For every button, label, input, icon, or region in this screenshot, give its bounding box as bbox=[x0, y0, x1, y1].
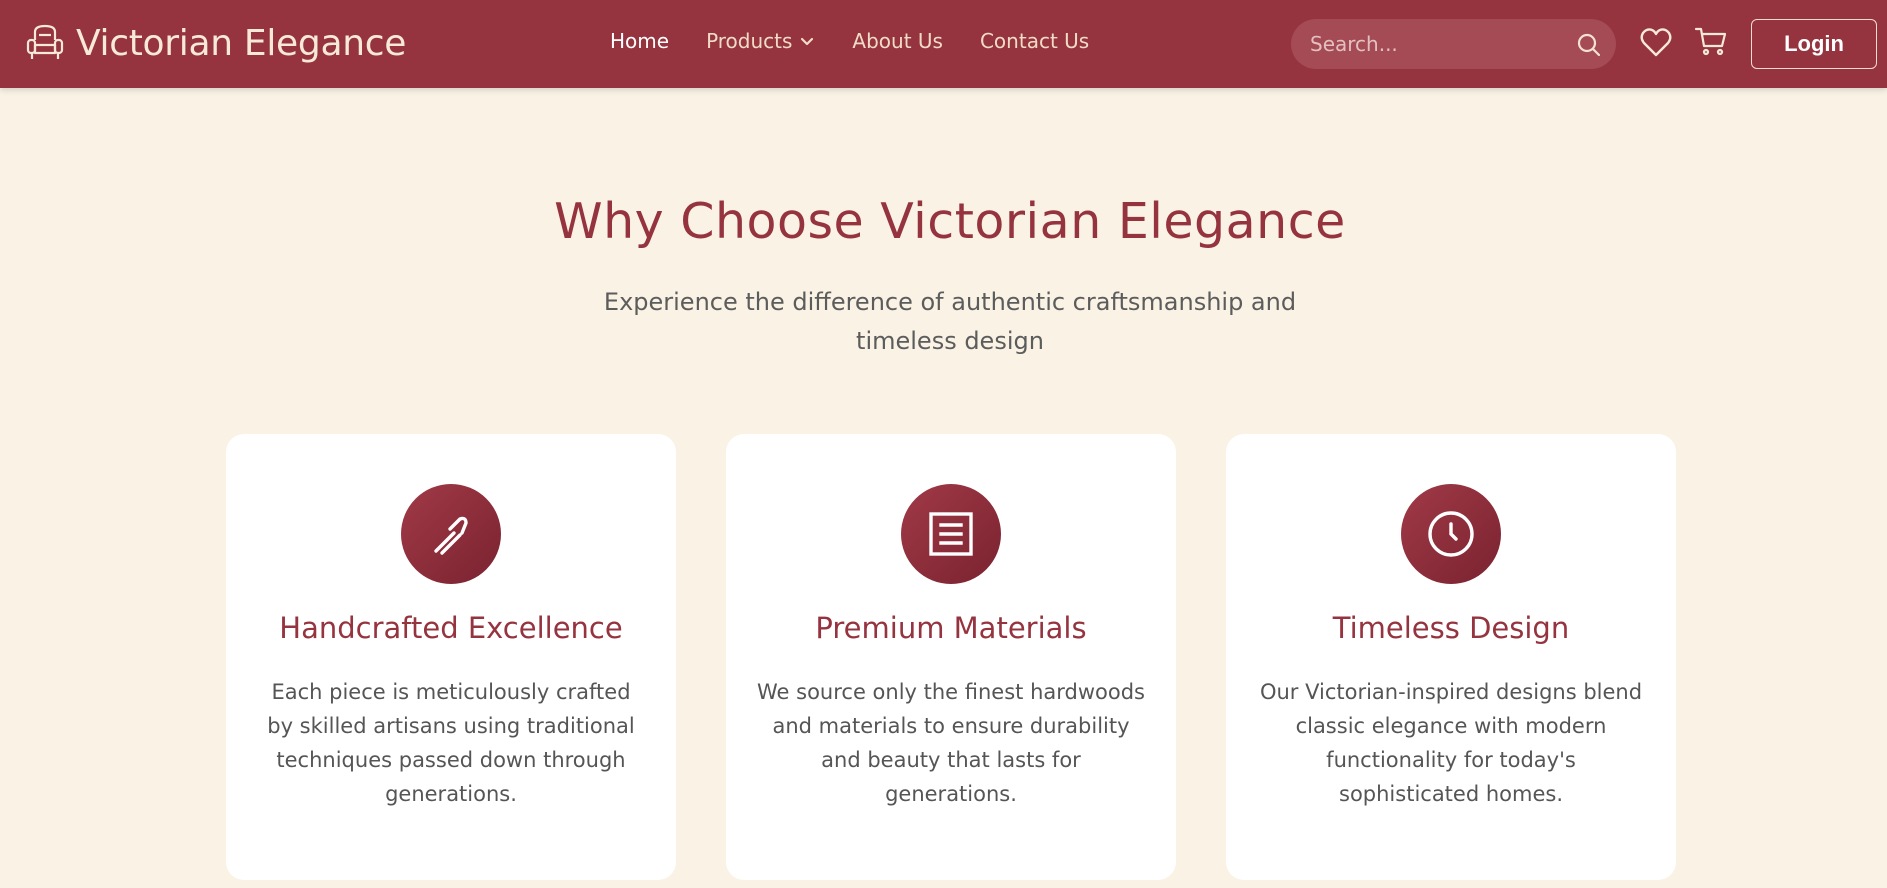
section-subtitle: Experience the difference of authentic c… bbox=[603, 288, 1297, 355]
clock-icon bbox=[1428, 511, 1474, 557]
nav-products[interactable]: Products bbox=[706, 29, 815, 53]
feature-card: Handcrafted Excellence Each piece is met… bbox=[226, 434, 676, 880]
feature-icon-circle bbox=[1401, 484, 1501, 584]
chevron-down-icon bbox=[801, 37, 814, 46]
search-box bbox=[1291, 19, 1616, 69]
hammer-icon bbox=[434, 516, 468, 555]
cart-icon[interactable] bbox=[1694, 25, 1728, 59]
feature-card: Premium Materials We source only the fin… bbox=[726, 434, 1176, 880]
feature-text: Each piece is meticulously crafted by sk… bbox=[267, 680, 635, 806]
feature-card: Timeless Design Our Victorian-inspired d… bbox=[1226, 434, 1676, 880]
feature-text: Our Victorian-inspired designs blend cla… bbox=[1259, 680, 1643, 806]
feature-title: Handcrafted Excellence bbox=[279, 611, 623, 645]
feature-icon-circle bbox=[901, 484, 1001, 584]
feature-icon-circle bbox=[401, 484, 501, 584]
feature-title: Premium Materials bbox=[815, 611, 1087, 645]
feature-title: Timeless Design bbox=[1332, 611, 1570, 645]
armchair-icon bbox=[26, 24, 64, 59]
feature-text: We source only the finest hardwoods and … bbox=[757, 680, 1145, 806]
section-title: Why Choose Victorian Elegance bbox=[554, 193, 1346, 250]
heart-icon[interactable] bbox=[1639, 26, 1673, 60]
nav-about-us[interactable]: About Us bbox=[852, 29, 943, 53]
nav-home[interactable]: Home bbox=[610, 29, 669, 53]
search-input[interactable] bbox=[1291, 19, 1616, 69]
main-nav: Home Products About Us Contact Us bbox=[610, 29, 1089, 53]
search-icon[interactable] bbox=[1576, 32, 1602, 58]
nav-contact-us[interactable]: Contact Us bbox=[980, 29, 1089, 53]
brand-name: Victorian Elegance bbox=[76, 22, 407, 64]
brand-logo-link[interactable]: Victorian Elegance bbox=[24, 20, 406, 66]
login-button[interactable]: Login bbox=[1751, 19, 1877, 69]
navbar: Victorian Elegance Home Products About U… bbox=[0, 0, 1887, 88]
nav-products-label: Products bbox=[706, 29, 793, 53]
document-icon bbox=[929, 512, 973, 556]
